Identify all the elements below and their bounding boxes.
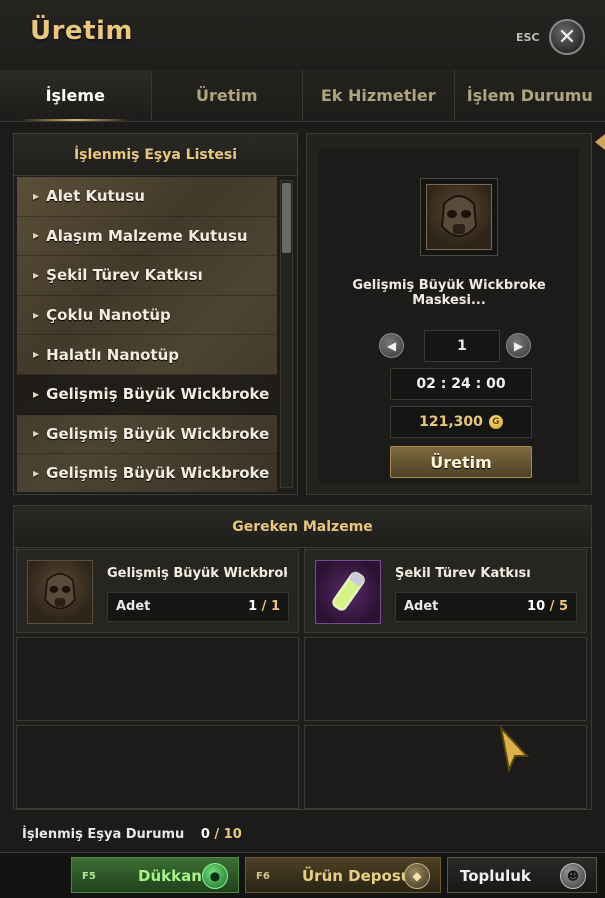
bullet-arrow-icon: ▶	[33, 350, 40, 360]
depot-icon: ◆	[404, 863, 430, 889]
community-icon: ☻	[560, 863, 586, 889]
shop-icon: ●	[202, 863, 228, 889]
window-title: Üretim	[30, 16, 134, 46]
community-label: Topluluk	[460, 867, 531, 885]
count-label: Adet	[404, 599, 439, 614]
empty-material-slot	[16, 725, 299, 809]
count-label: Adet	[116, 599, 151, 614]
esc-label: ESC	[516, 31, 540, 44]
count-value: 1 / 1	[248, 599, 280, 614]
material-name: Şekil Türev Katkısı	[395, 566, 531, 581]
material-count: Adet 10 / 5	[395, 592, 577, 622]
community-button[interactable]: Topluluk ☻	[447, 857, 597, 893]
wickbroke-mask-icon	[27, 560, 93, 624]
shop-button[interactable]: F5 Dükkan ●	[71, 857, 239, 893]
additive-tube-icon	[315, 560, 381, 624]
chevron-right-icon: ▶	[513, 338, 524, 353]
chevron-left-icon: ◀	[386, 338, 397, 353]
bullet-arrow-icon: ▶	[33, 231, 40, 241]
list-item[interactable]: ▶ Şekil Türev Katkısı	[17, 256, 277, 296]
shop-hotkey: F5	[82, 871, 96, 882]
depot-hotkey: F6	[256, 871, 270, 882]
item-list: ▶ Alet Kutusu ▶ Alaşım Malzeme Kutusu ▶ Şek…	[17, 177, 277, 492]
production-window: Üretim ESC ✕ İşleme Üretim Ek Hizmetler …	[0, 0, 605, 898]
list-scrollbar[interactable]	[280, 180, 293, 488]
count-value: 10 / 5	[527, 599, 568, 614]
list-item[interactable]: ▶ Halatlı Nanotüp	[17, 335, 277, 375]
production-cost: 121,300 G	[390, 406, 532, 438]
processed-item-list-panel: İşlenmiş Eşya Listesi ▶ Alet Kutusu ▶ Alaş…	[13, 133, 298, 495]
material-card[interactable]: Şekil Türev Katkısı Adet 10 / 5	[304, 549, 587, 633]
bullet-arrow-icon: ▶	[33, 389, 40, 399]
gold-coin-icon: G	[488, 415, 503, 429]
quantity-field[interactable]: 1	[424, 330, 500, 362]
shop-label: Dükkan	[138, 867, 202, 885]
bullet-arrow-icon: ▶	[33, 191, 40, 201]
list-item[interactable]: ▶ Gelişmiş Büyük Wickbroke	[17, 454, 277, 492]
empty-material-slot	[304, 637, 587, 721]
side-expand-arrow-icon[interactable]	[595, 134, 605, 150]
tab-process-status[interactable]: İşlem Durumu	[455, 70, 605, 121]
empty-material-slot	[16, 637, 299, 721]
scroll-thumb[interactable]	[282, 183, 291, 253]
bullet-arrow-icon: ▶	[33, 310, 40, 320]
close-button[interactable]: ✕	[549, 19, 585, 55]
materials-header: Gereken Malzeme	[14, 506, 591, 548]
bullet-arrow-icon: ▶	[33, 270, 40, 280]
bullet-arrow-icon: ▶	[33, 468, 40, 478]
production-time: 02 : 24 : 00	[390, 368, 532, 400]
material-count: Adet 1 / 1	[107, 592, 289, 622]
product-depot-button[interactable]: F6 Ürün Deposu ◆	[245, 857, 441, 893]
status-max: 10	[223, 827, 242, 842]
status-current: 0	[200, 827, 210, 842]
tab-processing[interactable]: İşleme	[0, 70, 152, 121]
list-item[interactable]: ▶ Alet Kutusu	[17, 177, 277, 217]
bullet-arrow-icon: ▶	[33, 429, 40, 439]
produce-button[interactable]: Üretim	[390, 446, 532, 478]
cost-value: 121,300	[419, 414, 483, 430]
wickbroke-mask-icon	[426, 184, 492, 250]
detail-inner: Gelişmiş Büyük Wickbroke Maskesi... ◀ 1 …	[319, 148, 579, 484]
list-item[interactable]: ▶ Çoklu Nanotüp	[17, 296, 277, 336]
empty-material-slot	[304, 725, 587, 809]
list-item-selected[interactable]: ▶ Gelişmiş Büyük Wickbroke	[17, 374, 277, 415]
item-detail-panel: Gelişmiş Büyük Wickbroke Maskesi... ◀ 1 …	[306, 133, 592, 495]
close-icon: ✕	[557, 24, 577, 50]
depot-label: Ürün Deposu	[302, 867, 412, 885]
decrease-quantity-button[interactable]: ◀	[379, 333, 404, 358]
mouse-cursor-icon	[497, 724, 531, 776]
selected-item-name: Gelişmiş Büyük Wickbroke Maskesi...	[352, 278, 546, 308]
list-header: İşlenmiş Eşya Listesi	[14, 134, 297, 176]
bottom-bar: F5 Dükkan ● F6 Ürün Deposu ◆ Topluluk ☻	[0, 852, 605, 898]
selected-item-slot[interactable]	[420, 178, 498, 256]
status-label: İşlenmiş Eşya Durumu	[22, 827, 185, 842]
tab-extra-services[interactable]: Ek Hizmetler	[303, 70, 455, 121]
material-card[interactable]: Gelişmiş Büyük Wickbroke ... Adet 1 / 1	[16, 549, 299, 633]
tab-bar: İşleme Üretim Ek Hizmetler İşlem Durumu	[0, 70, 605, 122]
list-item[interactable]: ▶ Alaşım Malzeme Kutusu	[17, 217, 277, 257]
tab-production[interactable]: Üretim	[152, 70, 303, 121]
list-item[interactable]: ▶ Gelişmiş Büyük Wickbroke	[17, 415, 277, 455]
material-name: Gelişmiş Büyük Wickbroke ...	[107, 566, 287, 581]
processed-item-status: İşlenmiş Eşya Durumu 0 / 10	[22, 827, 242, 842]
increase-quantity-button[interactable]: ▶	[506, 333, 531, 358]
